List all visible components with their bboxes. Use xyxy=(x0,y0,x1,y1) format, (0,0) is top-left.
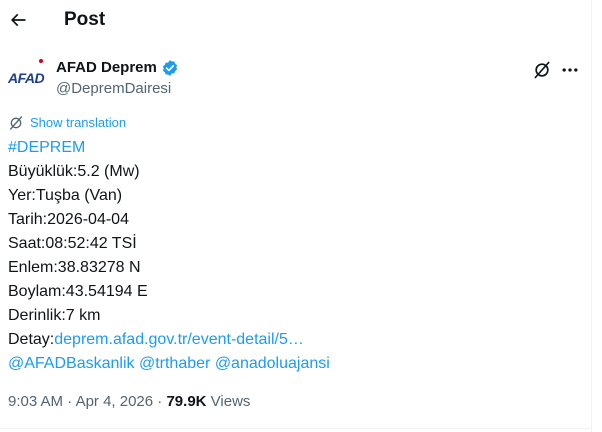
magnitude-line: Büyüklük:5.2 (Mw) xyxy=(8,163,140,180)
show-translation-label: Show translation xyxy=(30,115,127,130)
views-count: 79.9K xyxy=(166,393,207,410)
detail-link[interactable]: deprem.afad.gov.tr/event-detail/5… xyxy=(54,331,304,348)
avatar[interactable]: AFAD xyxy=(8,59,48,94)
detail-prefix: Detay: xyxy=(8,331,55,348)
name-row: AFAD Deprem xyxy=(56,58,179,78)
time-line: Saat:08:52:42 TSİ xyxy=(8,235,137,252)
show-translation-button[interactable]: Show translation xyxy=(8,115,126,131)
page-header: Post xyxy=(0,0,590,40)
author-display-name[interactable]: AFAD Deprem xyxy=(56,58,157,78)
longitude-line: Boylam:43.54194 E xyxy=(8,283,148,300)
translate-icon xyxy=(10,116,22,130)
avatar-logo-text: AFAD xyxy=(8,70,45,86)
mentions-line: @AFADBaskanlik @trthaber @anadoluajansi xyxy=(8,352,588,376)
mention-link[interactable]: @AFADBaskanlik xyxy=(8,355,135,372)
back-button[interactable] xyxy=(6,8,30,32)
views-label: Views xyxy=(206,393,251,410)
arrow-left-icon xyxy=(10,13,26,27)
divider xyxy=(0,428,590,429)
verified-badge-icon xyxy=(161,59,179,77)
meta-separator: · xyxy=(63,393,76,410)
meta-separator: · xyxy=(153,393,167,410)
mention-link[interactable]: @anadoluajansi xyxy=(215,355,330,372)
more-horizontal-icon xyxy=(562,68,578,72)
detail-line: Detay:deprem.afad.gov.tr/event-detail/5… xyxy=(8,328,588,352)
grok-icon xyxy=(534,61,550,79)
page-title: Post xyxy=(64,9,106,30)
more-options-button[interactable] xyxy=(560,60,580,80)
hashtag-link[interactable]: #DEPREM xyxy=(8,139,85,156)
depth-line: Derinlik:7 km xyxy=(8,307,101,324)
post-meta: 9:03 AM · Apr 4, 2026 · 79.9K Views xyxy=(8,392,250,412)
post-date[interactable]: Apr 4, 2026 xyxy=(76,393,154,410)
mention-link[interactable]: @trthaber xyxy=(139,355,210,372)
author-handle[interactable]: @DepremDairesi xyxy=(56,79,171,99)
location-line: Yer:Tuşba (Van) xyxy=(8,187,123,204)
avatar-logo-dot xyxy=(39,59,43,63)
date-line: Tarih:2026-04-04 xyxy=(8,211,129,228)
column-border xyxy=(591,0,592,432)
latitude-line: Enlem:38.83278 N xyxy=(8,259,141,276)
grok-button[interactable] xyxy=(532,60,552,80)
post-time[interactable]: 9:03 AM xyxy=(8,393,63,410)
author-row: AFAD AFAD Deprem @DepremDairesi xyxy=(8,56,590,100)
tweet-text: #DEPREM Büyüklük:5.2 (Mw) Yer:Tuşba (Van… xyxy=(8,136,588,376)
